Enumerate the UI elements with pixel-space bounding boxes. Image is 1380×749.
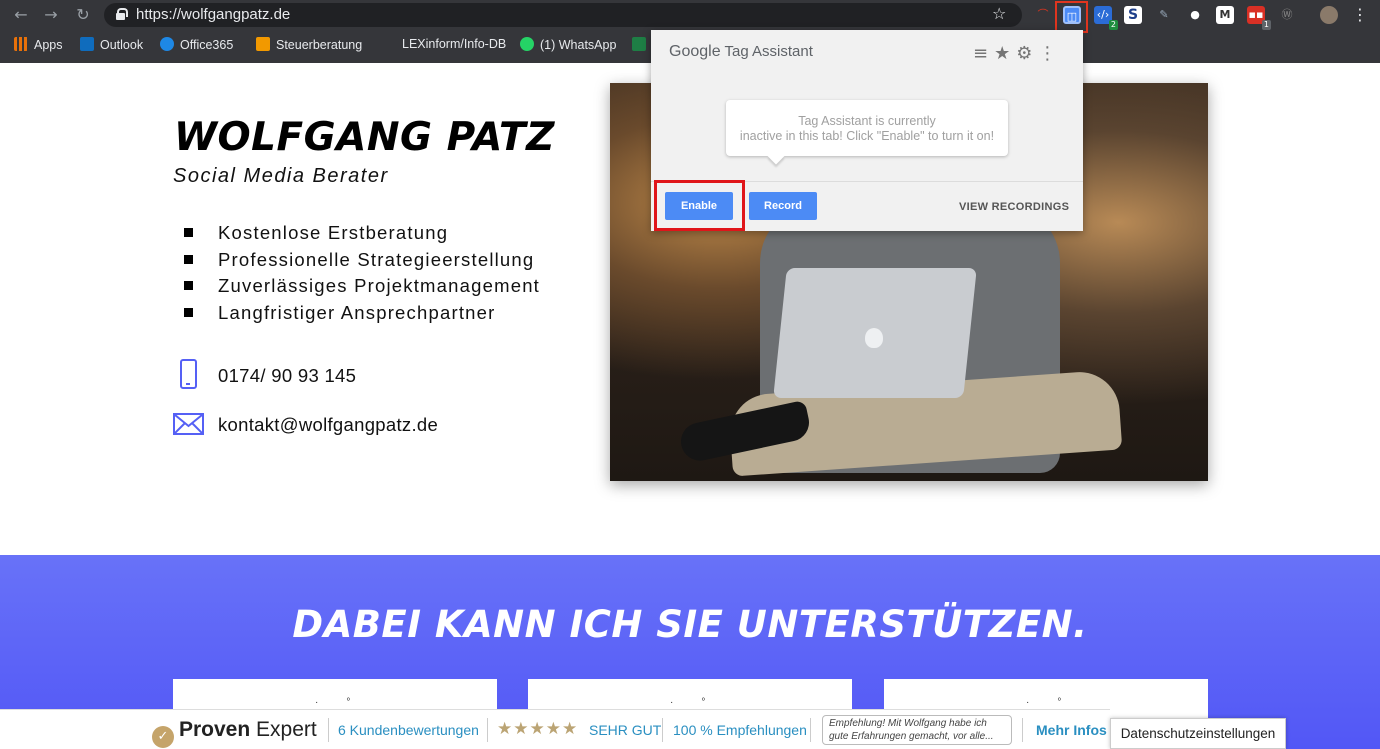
- list-item: Zuverlässiges Projektmanagement: [184, 275, 540, 302]
- extension-badge: 1: [1261, 20, 1271, 30]
- extension-icon-6[interactable]: ●: [1186, 6, 1204, 24]
- bookmark-label: Outlook: [100, 38, 144, 52]
- card-icon: ·°: [315, 697, 379, 708]
- review-quote: Empfehlung! Mit Wolfgang habe ich gute E…: [822, 715, 1012, 745]
- whatsapp-icon: [520, 37, 534, 51]
- divider: [662, 718, 663, 742]
- filter-icon[interactable]: ≡: [973, 43, 994, 64]
- extension-icon-7[interactable]: M: [1216, 6, 1234, 24]
- phone-number[interactable]: 0174/ 90 93 145: [218, 365, 356, 387]
- services-title: DABEI KANN ICH SIE UNTERSTÜTZEN.: [292, 603, 1088, 646]
- logo-light: Expert: [256, 718, 317, 741]
- extension-highlight-box: [1055, 1, 1088, 33]
- apps-grid-icon: [14, 37, 28, 51]
- onedrive-icon: [160, 37, 174, 51]
- url-text[interactable]: https://wolfgangpatz.de: [136, 6, 290, 23]
- bookmark-label: Office365: [180, 38, 234, 52]
- record-button[interactable]: Record: [749, 192, 817, 220]
- hero-name: WOLFGANG PATZ: [174, 115, 555, 160]
- card-icon: ·°: [1026, 697, 1090, 708]
- google-logo: Google: [669, 43, 721, 60]
- divider: [487, 718, 488, 742]
- list-item: Langfristiger Ansprechpartner: [184, 302, 540, 329]
- bookmark-lexinform[interactable]: LEXinform/Info-DB: [402, 37, 506, 51]
- inactive-message: Tag Assistant is currently inactive in t…: [726, 100, 1008, 156]
- card-icon: ·°: [670, 697, 734, 708]
- email-address[interactable]: kontakt@wolfgangpatz.de: [218, 414, 438, 436]
- bookmark-star-icon[interactable]: ☆: [992, 4, 1006, 23]
- popup-product-name: Tag Assistant: [724, 43, 813, 60]
- extension-icon-3[interactable]: ‹/› 2: [1094, 6, 1118, 30]
- rating-text: SEHR GUT: [589, 722, 662, 738]
- bookmark-apps[interactable]: Apps: [14, 37, 63, 52]
- outlook-icon: [80, 37, 94, 51]
- profile-avatar[interactable]: [1320, 6, 1338, 24]
- phone-icon: [180, 359, 197, 389]
- gear-icon[interactable]: ⚙: [1016, 43, 1038, 64]
- privacy-settings-button[interactable]: Datenschutzeinstellungen: [1110, 718, 1286, 749]
- list-item: Professionelle Strategieerstellung: [184, 249, 540, 276]
- browser-menu-icon[interactable]: ⋮: [1352, 5, 1368, 24]
- extension-icon-5[interactable]: ✎: [1155, 6, 1173, 24]
- bookmark-label: (1) WhatsApp: [540, 38, 617, 52]
- bookmark-label: Steuerberatung: [276, 38, 363, 52]
- extension-icon-1[interactable]: ⌒: [1034, 6, 1052, 24]
- view-recordings-link[interactable]: VIEW RECORDINGS: [959, 201, 1069, 213]
- steuerberatung-icon: [256, 37, 270, 51]
- benefits-list: Kostenlose Erstberatung Professionelle S…: [184, 222, 540, 328]
- reload-icon[interactable]: ↻: [74, 6, 92, 24]
- excel-icon: [632, 37, 646, 51]
- check-icon: ✓: [152, 726, 174, 748]
- bookmark-label: LEXinform/Info-DB: [402, 37, 507, 51]
- tag-assistant-popup: Google Tag Assistant ≡★⚙⋮ Tag Assistant …: [651, 30, 1083, 231]
- divider: [810, 718, 811, 742]
- bookmark-office365[interactable]: Office365: [160, 37, 233, 52]
- popup-icons: ≡★⚙⋮: [973, 43, 1062, 64]
- bookmark-excel[interactable]: [632, 37, 652, 52]
- more-info-link[interactable]: Mehr Infos: [1036, 722, 1107, 738]
- message-line: Tag Assistant is currently: [798, 114, 936, 128]
- hero-subtitle: Social Media Berater: [173, 165, 389, 187]
- apple-logo-icon: [865, 328, 883, 348]
- message-line: inactive in this tab! Click "Enable" to …: [739, 128, 995, 143]
- enable-button[interactable]: Enable: [665, 192, 733, 220]
- list-item: Kostenlose Erstberatung: [184, 222, 540, 249]
- proven-expert-widget[interactable]: ✓ Proven Expert 6 Kundenbewertungen ★★★★★…: [0, 709, 1110, 749]
- bookmark-outlook[interactable]: Outlook: [80, 37, 143, 52]
- reviews-count[interactable]: 6 Kundenbewertungen: [338, 722, 479, 738]
- logo-bold: Proven: [179, 718, 251, 741]
- popup-title: Google Tag Assistant: [669, 43, 813, 61]
- recommendations-text: 100 % Empfehlungen: [673, 722, 807, 738]
- extension-icon-8[interactable]: ▪▪ 1: [1247, 6, 1271, 30]
- more-vert-icon[interactable]: ⋮: [1038, 43, 1062, 64]
- star-icon[interactable]: ★: [994, 43, 1016, 64]
- lock-icon: [116, 8, 128, 20]
- wordpress-extension-icon[interactable]: Ⓦ: [1278, 6, 1296, 24]
- forward-icon[interactable]: →: [42, 6, 60, 24]
- extension-badge: 2: [1108, 20, 1118, 30]
- mail-icon: [173, 413, 204, 435]
- extension-icon-4[interactable]: S: [1124, 6, 1142, 24]
- bookmark-label: Apps: [34, 38, 63, 52]
- divider: [1022, 718, 1023, 742]
- divider: [328, 718, 329, 742]
- address-bar[interactable]: https://wolfgangpatz.de ☆: [104, 3, 1022, 27]
- bookmark-steuerberatung[interactable]: Steuerberatung: [256, 37, 362, 52]
- bookmark-whatsapp[interactable]: (1) WhatsApp: [520, 37, 616, 52]
- browser-toolbar: ← → ↻ https://wolfgangpatz.de ☆ ⌒ ◫ ‹/› 2…: [0, 0, 1380, 33]
- proven-expert-logo[interactable]: ✓ Proven Expert: [152, 718, 317, 748]
- back-icon[interactable]: ←: [12, 6, 30, 24]
- rating-stars-icon: ★★★★★: [497, 719, 579, 739]
